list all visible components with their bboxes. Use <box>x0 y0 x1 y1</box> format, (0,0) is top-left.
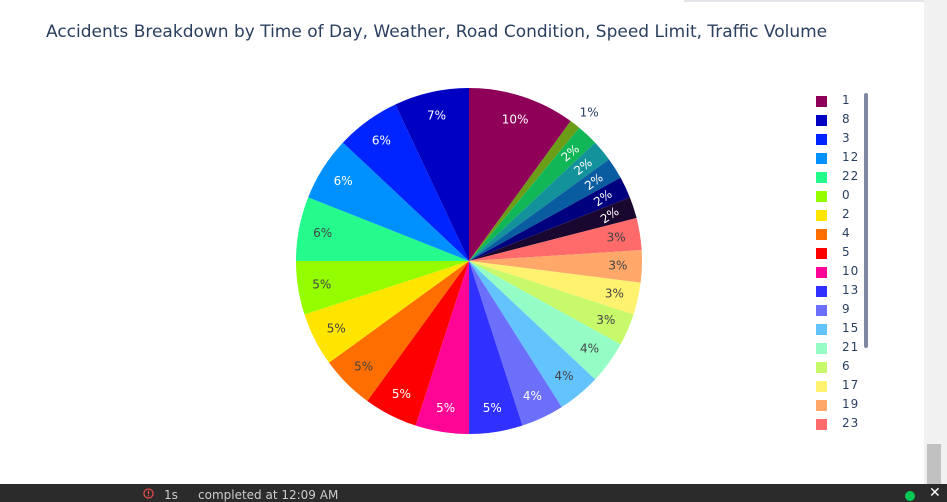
legend-swatch <box>816 324 827 335</box>
legend-label: 13 <box>842 283 860 297</box>
legend-item-2[interactable]: 2 <box>812 206 868 225</box>
legend-swatch <box>816 248 827 259</box>
legend-item-6[interactable]: 6 <box>812 358 868 377</box>
legend-item-15[interactable]: 15 <box>812 320 868 339</box>
legend-swatch <box>816 343 827 354</box>
slice-label-4: 5% <box>354 359 373 373</box>
legend-label: 23 <box>842 416 860 430</box>
legend-label: 15 <box>842 321 860 335</box>
legend-item-10[interactable]: 10 <box>812 263 868 282</box>
top-strip <box>684 0 924 2</box>
legend-item-17[interactable]: 17 <box>812 377 868 396</box>
slice-label-22: 6% <box>313 226 332 240</box>
status-bar: 1s completed at 12:09 AM ✕ <box>0 484 947 502</box>
legend-swatch <box>816 400 827 411</box>
legend-item-8[interactable]: 8 <box>812 111 868 130</box>
legend-item-0[interactable]: 0 <box>812 187 868 206</box>
legend-swatch <box>816 419 827 430</box>
legend-swatch <box>816 305 827 316</box>
close-icon[interactable]: ✕ <box>929 485 941 501</box>
legend-label: 8 <box>842 112 851 126</box>
slice-label-21: 4% <box>580 342 599 356</box>
legend-item-5[interactable]: 5 <box>812 244 868 263</box>
legend-swatch <box>816 381 827 392</box>
legend-item-4[interactable]: 4 <box>812 225 868 244</box>
page-scrollbar[interactable] <box>924 0 947 484</box>
legend-item-22[interactable]: 22 <box>812 168 868 187</box>
legend-label: 4 <box>842 226 851 240</box>
legend-swatch <box>816 286 827 297</box>
slice-label-6: 3% <box>596 313 615 327</box>
legend-item-23[interactable]: 23 <box>812 415 868 434</box>
page-scrollbar-thumb[interactable] <box>927 444 941 484</box>
legend-swatch <box>816 115 827 126</box>
slice-label-9: 4% <box>523 389 542 403</box>
legend-label: 6 <box>842 359 851 373</box>
legend-item-3[interactable]: 3 <box>812 130 868 149</box>
legend-item-21[interactable]: 21 <box>812 339 868 358</box>
slice-label-15: 4% <box>554 369 573 383</box>
legend-scrollbar[interactable] <box>864 93 868 348</box>
legend-item-9[interactable]: 9 <box>812 301 868 320</box>
chart-area: Accidents Breakdown by Time of Day, Weat… <box>0 0 924 484</box>
slice-label-8: 7% <box>427 109 446 123</box>
legend-item-1[interactable]: 1 <box>812 92 868 111</box>
legend-label: 3 <box>842 131 851 145</box>
legend-swatch <box>816 267 827 278</box>
slice-label-19: 3% <box>608 259 627 273</box>
legend-label: 22 <box>842 169 860 183</box>
legend-swatch <box>816 191 827 202</box>
slice-label-1: 10% <box>502 112 529 126</box>
legend-label: 12 <box>842 150 860 164</box>
pie-chart: 10% 1%2%2%2%2%2%3%3%3%3%4%4%4%5%5%5%5%5%5… <box>296 88 642 434</box>
legend-label: 1 <box>842 93 851 107</box>
status-text: completed at 12:09 AM <box>198 488 339 502</box>
legend-label: 21 <box>842 340 860 354</box>
legend-label: 10 <box>842 264 860 278</box>
slice-label-5: 5% <box>392 387 411 401</box>
slice-label-2: 5% <box>327 322 346 336</box>
slice-label-0: 5% <box>312 277 331 291</box>
slice-label-10: 5% <box>436 401 455 415</box>
legend-swatch <box>816 210 827 221</box>
slice-label-17: 3% <box>605 287 624 301</box>
warning-circle-icon <box>143 488 154 499</box>
slice-label-3: 6% <box>372 133 391 147</box>
legend-label: 0 <box>842 188 851 202</box>
legend-item-13[interactable]: 13 <box>812 282 868 301</box>
legend-swatch <box>816 172 827 183</box>
legend-label: 19 <box>842 397 860 411</box>
slice-label-13: 5% <box>483 401 502 415</box>
legend-swatch <box>816 134 827 145</box>
legend-swatch <box>816 153 827 164</box>
legend-swatch <box>816 229 827 240</box>
status-duration: 1s <box>164 488 178 502</box>
status-ok-dot <box>905 491 915 501</box>
slice-label-12: 6% <box>334 174 353 188</box>
legend-label: 9 <box>842 302 851 316</box>
legend-swatch <box>816 96 827 107</box>
legend[interactable]: 1 8 3 12 22 0 2 4 5 10 13 9 15 21 6 17 19 23 <box>812 92 872 438</box>
legend-item-12[interactable]: 12 <box>812 149 868 168</box>
slice-label-18: 1% <box>580 105 599 119</box>
slice-label-23: 3% <box>607 231 626 245</box>
legend-item-19[interactable]: 19 <box>812 396 868 415</box>
legend-label: 2 <box>842 207 851 221</box>
legend-swatch <box>816 362 827 373</box>
legend-label: 17 <box>842 378 860 392</box>
legend-label: 5 <box>842 245 851 259</box>
